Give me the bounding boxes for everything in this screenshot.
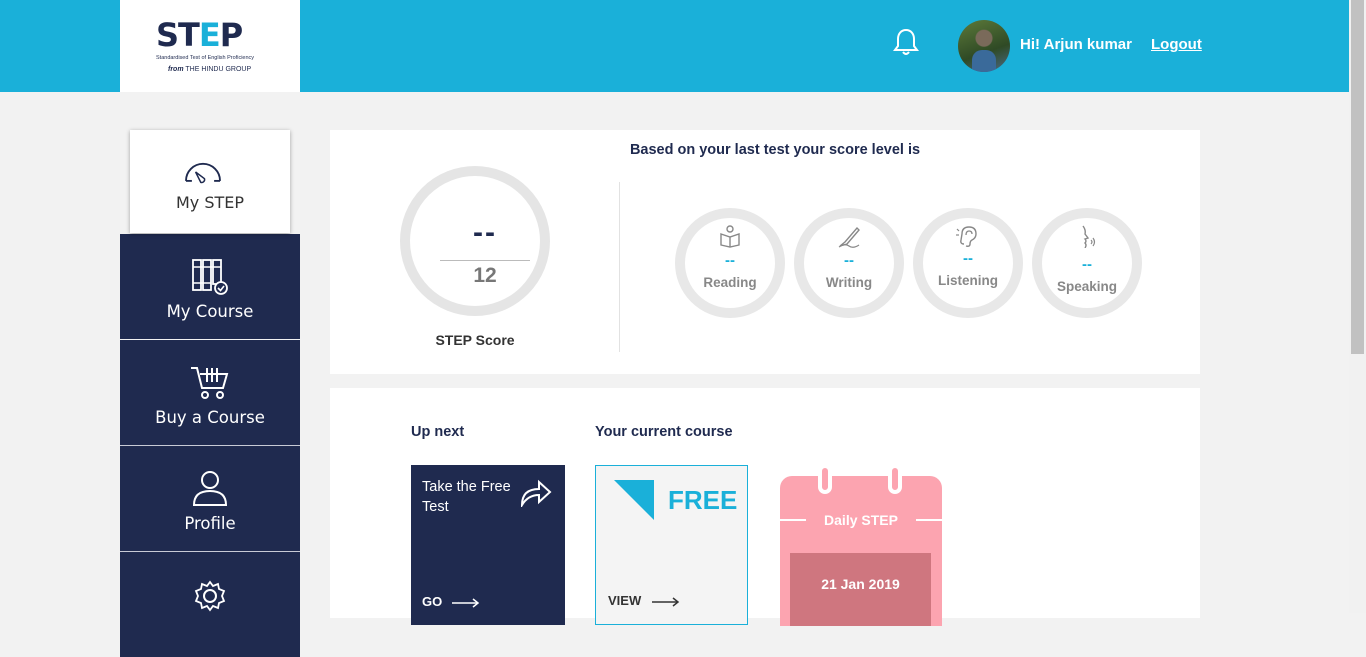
skill-value: -- — [1082, 256, 1092, 273]
speaking-face-icon — [1082, 225, 1096, 248]
step-score-max: 12 — [473, 264, 497, 287]
logout-link[interactable]: Logout — [1151, 36, 1202, 53]
skill-listening: -- Listening — [913, 208, 1023, 318]
score-card: Based on your last test your score level… — [330, 130, 1200, 374]
score-divider — [619, 182, 620, 352]
writing-icon — [838, 226, 860, 248]
up-next-label: Up next — [411, 424, 465, 440]
bell-icon[interactable] — [893, 28, 919, 56]
score-fraction-line — [440, 260, 530, 261]
skill-name: Listening — [938, 273, 998, 288]
user-greeting: Hi! Arjun kumar — [1020, 36, 1132, 53]
step-logo[interactable]: STEP Standardised Test of English Profic… — [120, 0, 300, 92]
skill-writing: -- Writing — [794, 208, 904, 318]
settings-gear-icon — [194, 580, 226, 612]
current-course-label: Your current course — [595, 424, 733, 440]
view-button[interactable]: VIEW — [608, 593, 680, 608]
calendar-ring — [818, 464, 832, 494]
listening-ear-icon — [956, 226, 977, 247]
logo-wordmark: STEP — [156, 16, 243, 54]
skill-value: -- — [963, 250, 973, 267]
course-panel: Up next Your current course Take the Fre… — [330, 388, 1200, 626]
arrow-right-icon — [652, 597, 680, 607]
sidebar-item-my-course[interactable]: My Course — [120, 234, 300, 339]
step-score-value: -- — [473, 216, 497, 249]
skill-value: -- — [844, 252, 854, 269]
skill-name: Writing — [825, 275, 873, 290]
user-icon — [192, 471, 228, 506]
step-score-ring: -- 12 — [400, 166, 550, 316]
skill-name: Reading — [703, 275, 757, 290]
avatar[interactable] — [958, 20, 1010, 72]
sidebar-item-label: Buy a Course — [155, 408, 265, 427]
books-check-icon — [192, 259, 228, 295]
cart-icon — [191, 367, 229, 399]
sidebar-item-label: Profile — [184, 514, 236, 533]
sidebar-item-label: My Course — [166, 302, 254, 321]
score-card-title: Based on your last test your score level… — [629, 142, 921, 158]
sidebar-item-label: My STEP — [175, 193, 245, 212]
daily-step-date: 21 Jan 2019 — [790, 553, 931, 626]
free-badge: FREE — [668, 485, 738, 515]
sidebar-item-buy-a-course[interactable]: Buy a Course — [120, 340, 300, 445]
free-test-text: Take the Free Test — [422, 479, 511, 515]
logo-subtitle: Standardised Test of English Proficiency — [156, 55, 255, 61]
skill-reading: -- Reading — [675, 208, 785, 318]
sidebar-item-my-step[interactable]: My STEP — [130, 130, 290, 233]
speedometer-icon — [185, 162, 221, 184]
skill-speaking: -- Speaking — [1032, 208, 1142, 318]
arrow-right-icon — [452, 598, 480, 608]
daily-step-calendar[interactable]: Daily STEP 21 Jan 2019 — [780, 464, 942, 626]
calendar-ring — [888, 464, 902, 494]
free-test-card[interactable]: Take the Free Test GO — [411, 465, 565, 625]
sidebar-item-settings[interactable] — [120, 552, 300, 657]
skill-name: Speaking — [1056, 279, 1118, 294]
free-corner-icon — [614, 480, 654, 520]
reading-icon — [720, 225, 740, 248]
skill-value: -- — [725, 252, 735, 269]
logo-from: from THE HINDU GROUP — [168, 66, 252, 73]
daily-step-title: Daily STEP — [824, 512, 898, 528]
sidebar-item-profile[interactable]: Profile — [120, 446, 300, 551]
current-course-card[interactable]: FREE VIEW — [595, 465, 748, 625]
go-button[interactable]: GO — [422, 594, 480, 609]
step-score-label: STEP Score — [435, 332, 515, 348]
scrollbar-thumb[interactable] — [1351, 0, 1364, 354]
share-arrow-icon — [520, 479, 552, 507]
